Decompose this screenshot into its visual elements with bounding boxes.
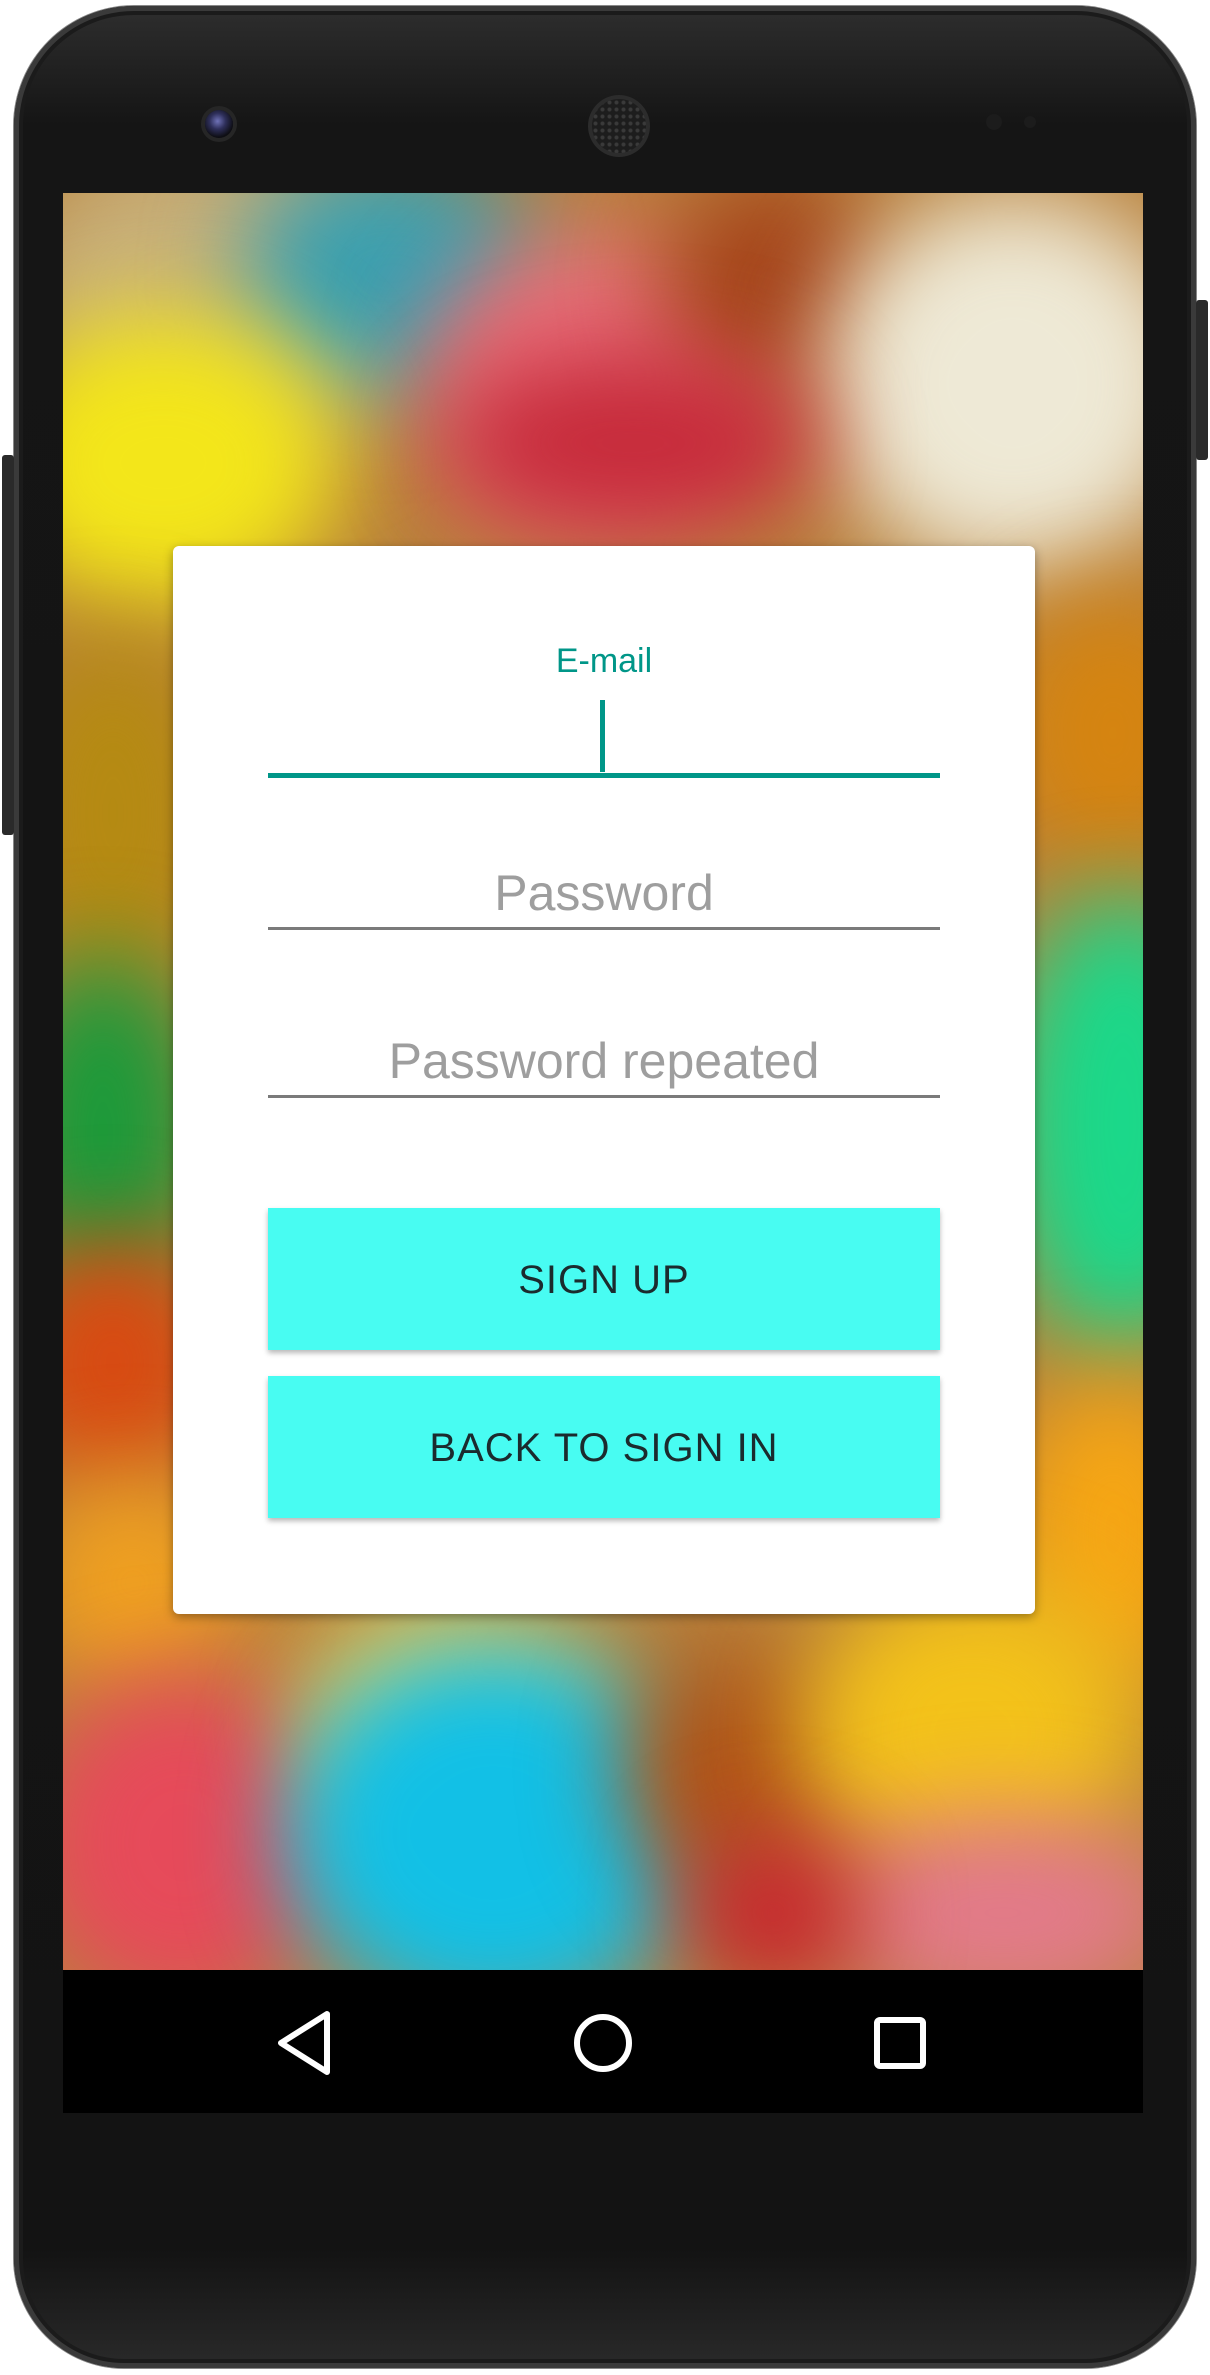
password-repeat-field[interactable]: Password repeated [268, 1032, 940, 1098]
back-to-sign-in-button[interactable]: BACK TO SIGN IN [268, 1376, 940, 1518]
password-repeat-placeholder: Password repeated [388, 1033, 820, 1089]
proximity-sensor [986, 114, 1002, 130]
light-sensor [1024, 116, 1036, 128]
back-icon[interactable] [261, 1998, 351, 2088]
home-icon[interactable] [558, 1998, 648, 2088]
password-field[interactable]: Password [268, 864, 940, 930]
sign-up-button[interactable]: SIGN UP [268, 1208, 940, 1350]
screen: E-mail Password Password repeated SIGN U… [63, 193, 1143, 2113]
power-button [1196, 300, 1208, 460]
navigation-bar [63, 1970, 1143, 2113]
earpiece-speaker [592, 99, 646, 153]
password-repeat-underline [268, 1095, 940, 1098]
volume-button [2, 455, 14, 835]
password-placeholder: Password [494, 865, 714, 921]
sign-up-card: E-mail Password Password repeated SIGN U… [173, 546, 1035, 1614]
text-cursor [600, 700, 605, 772]
email-label: E-mail [555, 642, 653, 680]
front-camera [205, 110, 233, 138]
email-field[interactable]: E-mail [268, 642, 940, 778]
password-underline [268, 927, 940, 930]
recents-icon[interactable] [855, 1998, 945, 2088]
email-underline [268, 773, 940, 778]
